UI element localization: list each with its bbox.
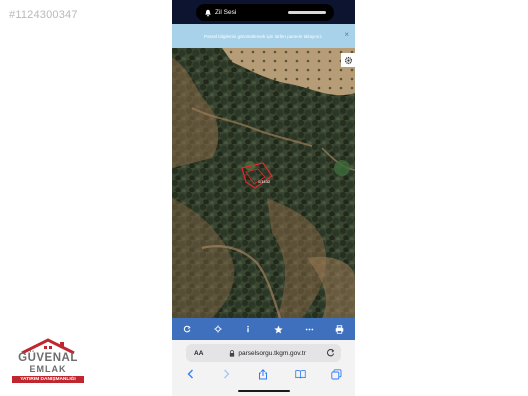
info-banner: Parsel bilgilerini görüntülemek için lüt… bbox=[172, 24, 355, 48]
listing-id: #1124300347 bbox=[9, 9, 78, 21]
browser-nav-row bbox=[172, 366, 355, 382]
info-icon[interactable] bbox=[243, 324, 253, 334]
bell-icon bbox=[205, 9, 211, 16]
satellite-map[interactable]: 1/1432 bbox=[172, 48, 355, 318]
print-icon[interactable] bbox=[335, 324, 345, 334]
status-bar: Zil Sesi bbox=[172, 0, 355, 24]
reader-settings-button[interactable]: AA bbox=[194, 350, 203, 357]
map-imagery: 1/1432 bbox=[172, 48, 355, 318]
gear-icon bbox=[344, 56, 352, 64]
logo-name: GÜVENAL bbox=[18, 352, 78, 364]
close-icon[interactable]: × bbox=[344, 30, 349, 39]
logo-subtitle: EMLAK bbox=[29, 364, 67, 374]
reload-icon[interactable] bbox=[326, 348, 335, 357]
tabs-icon[interactable] bbox=[331, 368, 342, 380]
refresh-icon[interactable] bbox=[182, 324, 192, 334]
brand-logo: GÜVENAL EMLAK YATIRIM DANIŞMANLIĞI bbox=[8, 338, 88, 388]
safari-browser-chrome: AA parselsorgu.tkgm.gov.tr bbox=[172, 340, 355, 396]
dynamic-island: Zil Sesi bbox=[196, 4, 334, 21]
volume-bar bbox=[288, 11, 326, 14]
locate-icon[interactable] bbox=[213, 324, 223, 334]
ringer-label: Zil Sesi bbox=[215, 9, 237, 16]
phone-screenshot: Zil Sesi Parsel bilgilerini görüntülemek… bbox=[172, 0, 355, 396]
star-icon[interactable] bbox=[274, 324, 284, 334]
home-indicator bbox=[238, 390, 290, 392]
address-bar[interactable]: AA parselsorgu.tkgm.gov.tr bbox=[186, 344, 341, 362]
map-toolbar bbox=[172, 318, 355, 340]
url-text[interactable]: parselsorgu.tkgm.gov.tr bbox=[238, 350, 305, 357]
more-icon[interactable] bbox=[304, 324, 314, 334]
lock-icon bbox=[230, 349, 235, 357]
bookmarks-icon[interactable] bbox=[294, 369, 306, 380]
parcel-label[interactable]: 1/1432 bbox=[258, 179, 271, 184]
banner-text: Parsel bilgilerini görüntülemek için lüt… bbox=[204, 33, 323, 39]
back-icon[interactable] bbox=[185, 369, 196, 380]
forward-icon[interactable] bbox=[221, 369, 232, 380]
map-settings-button[interactable] bbox=[341, 53, 355, 67]
logo-tagline: YATIRIM DANIŞMANLIĞI bbox=[12, 376, 84, 383]
share-icon[interactable] bbox=[258, 368, 269, 380]
